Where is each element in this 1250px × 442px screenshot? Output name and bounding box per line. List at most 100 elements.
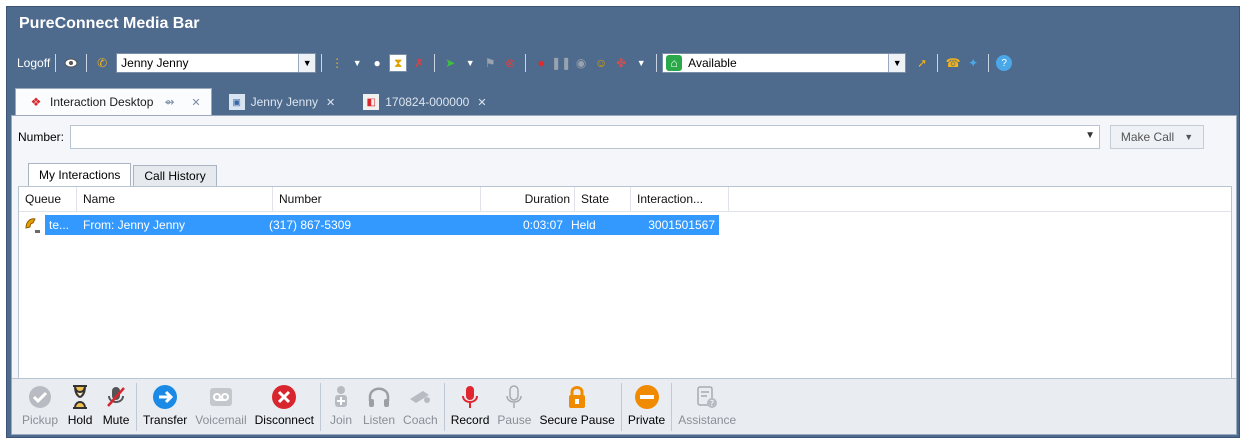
grid-header: Queue Name Number Duration State Interac… — [19, 187, 1231, 212]
pause-button[interactable]: Pause — [497, 383, 531, 427]
dial-pad-icon[interactable]: ⋮ — [329, 55, 345, 71]
close-icon[interactable]: ✕ — [477, 96, 486, 109]
row-number: (317) 867-5309 — [265, 215, 473, 235]
available-status-icon: ⌂ — [666, 55, 683, 71]
disconnect-small-icon[interactable]: ⊗ — [502, 55, 518, 71]
record-small-icon[interactable]: ● — [533, 55, 549, 71]
mute-label: Mute — [102, 413, 130, 427]
action-separator — [620, 383, 622, 431]
interaction-subtabs: My Interactions Call History — [28, 163, 219, 186]
hourglass-icon[interactable]: ⧗ — [389, 54, 408, 72]
voicemail-label: Voicemail — [195, 413, 247, 427]
record-button[interactable]: Record — [450, 383, 490, 427]
tab-jenny-jenny[interactable]: ▣ Jenny Jenny ✕ — [216, 88, 347, 115]
interaction-desktop-icon: ❖ — [30, 95, 42, 109]
transfer-arrow-icon — [151, 383, 179, 411]
tab-label: Jenny Jenny — [250, 95, 318, 109]
private-small-icon[interactable]: ◉ — [573, 55, 589, 71]
record-label: Record — [450, 413, 490, 427]
listen-button[interactable]: Listen — [363, 383, 395, 427]
pause-mic-icon — [500, 383, 528, 411]
tab-170824-000000[interactable]: ◧ 170824-000000 ✕ — [350, 88, 497, 115]
row-duration: 0:03:07 — [473, 215, 567, 235]
tab-label: Interaction Desktop — [50, 95, 154, 109]
chevron-down-icon[interactable]: ▼ — [1184, 132, 1193, 142]
dropdown-arrow-icon[interactable]: ▼ — [349, 55, 365, 71]
coach-button[interactable]: Coach — [403, 383, 438, 427]
join-icon — [327, 383, 355, 411]
dropdown-arrow-icon[interactable]: ▼ — [462, 55, 478, 71]
app-title: PureConnect Media Bar — [19, 15, 200, 32]
hold-label: Hold — [67, 413, 93, 427]
voicemail-button[interactable]: Voicemail — [195, 383, 247, 427]
logoff-button[interactable]: Logoff — [17, 56, 50, 70]
chevron-down-icon[interactable]: ▼ — [1085, 130, 1095, 141]
assistance-icon: ? — [693, 383, 721, 411]
status-tools-icon[interactable]: ➚ — [914, 55, 930, 71]
tab-interaction-desktop[interactable]: ❖ Interaction Desktop ⇴ ✕ — [15, 88, 212, 115]
pin-icon[interactable]: ⇴ — [161, 94, 177, 110]
check-icon — [26, 383, 54, 411]
help-icon[interactable]: ? — [996, 55, 1013, 71]
private-button[interactable]: Private — [628, 383, 665, 427]
number-row: Number: ▼ Make Call ▼ — [12, 124, 1236, 150]
person-icon[interactable]: ✗ — [411, 55, 427, 71]
tab-call-history[interactable]: Call History — [133, 165, 217, 186]
pickup-button[interactable]: Pickup — [22, 383, 58, 427]
user-select-value: Jenny Jenny — [121, 56, 189, 70]
transfer-green-icon[interactable]: ➤ — [442, 55, 458, 71]
svg-text:?: ? — [710, 399, 714, 408]
join-button[interactable]: Join — [327, 383, 355, 427]
record-mic-icon — [456, 383, 484, 411]
status-select[interactable]: ⌂ Available ▼ — [662, 53, 907, 73]
column-header-interaction[interactable]: Interaction... — [631, 187, 729, 211]
secure-pause-button[interactable]: Secure Pause — [539, 383, 615, 427]
user-select[interactable]: Jenny Jenny ▼ — [116, 53, 317, 73]
eye-icon[interactable] — [63, 55, 79, 71]
hold-button[interactable]: Hold — [66, 383, 94, 427]
mute-button[interactable]: Mute — [102, 383, 130, 427]
row-name: From: Jenny Jenny — [79, 215, 265, 235]
tab-label: 170824-000000 — [385, 95, 470, 109]
toolbar-separator — [525, 54, 527, 72]
toolbar-separator — [321, 54, 323, 72]
make-call-label: Make Call — [1120, 130, 1175, 144]
user-card-icon: ▣ — [228, 94, 245, 110]
row-interaction-id: 3001501567 — [623, 215, 719, 235]
tab-my-interactions[interactable]: My Interactions — [28, 163, 132, 186]
table-row[interactable]: te... From: Jenny Jenny (317) 867-5309 0… — [21, 215, 719, 235]
action-separator — [136, 383, 138, 431]
toolbar-separator — [988, 54, 990, 72]
close-icon[interactable]: ✕ — [326, 96, 335, 109]
conference-icon[interactable]: ☺ — [593, 55, 609, 71]
group-icon[interactable]: ✤ — [613, 55, 629, 71]
phone-book-icon[interactable]: ☎ — [945, 55, 961, 71]
directory-icon[interactable]: ✦ — [965, 55, 981, 71]
action-separator — [443, 383, 445, 431]
private-label: Private — [627, 413, 666, 427]
transfer-button[interactable]: Transfer — [143, 383, 187, 427]
dropdown-arrow-icon[interactable]: ▼ — [633, 55, 649, 71]
close-icon[interactable]: ✕ — [191, 96, 200, 109]
chevron-down-icon[interactable]: ▼ — [888, 54, 906, 72]
disconnect-button[interactable]: Disconnect — [255, 383, 314, 427]
make-call-button[interactable]: Make Call ▼ — [1110, 125, 1205, 149]
toolbar-separator — [434, 54, 436, 72]
park-icon[interactable]: ⚑ — [482, 55, 498, 71]
voicemail-icon — [207, 383, 235, 411]
coach-icon — [406, 383, 434, 411]
assistance-button[interactable]: ? Assistance — [678, 383, 736, 427]
column-header-name[interactable]: Name — [77, 187, 273, 211]
private-icon — [633, 383, 661, 411]
column-header-duration[interactable]: Duration — [481, 187, 575, 211]
disconnect-label: Disconnect — [254, 413, 314, 427]
pause-small-icon[interactable]: ❚❚ — [551, 55, 571, 71]
join-label: Join — [329, 413, 352, 427]
row-state: Held — [567, 215, 623, 235]
column-header-number[interactable]: Number — [273, 187, 481, 211]
chat-icon[interactable]: ● — [369, 55, 385, 71]
number-input[interactable]: ▼ — [70, 125, 1101, 149]
column-header-state[interactable]: State — [575, 187, 631, 211]
chevron-down-icon[interactable]: ▼ — [298, 54, 316, 72]
column-header-queue[interactable]: Queue — [19, 187, 77, 211]
